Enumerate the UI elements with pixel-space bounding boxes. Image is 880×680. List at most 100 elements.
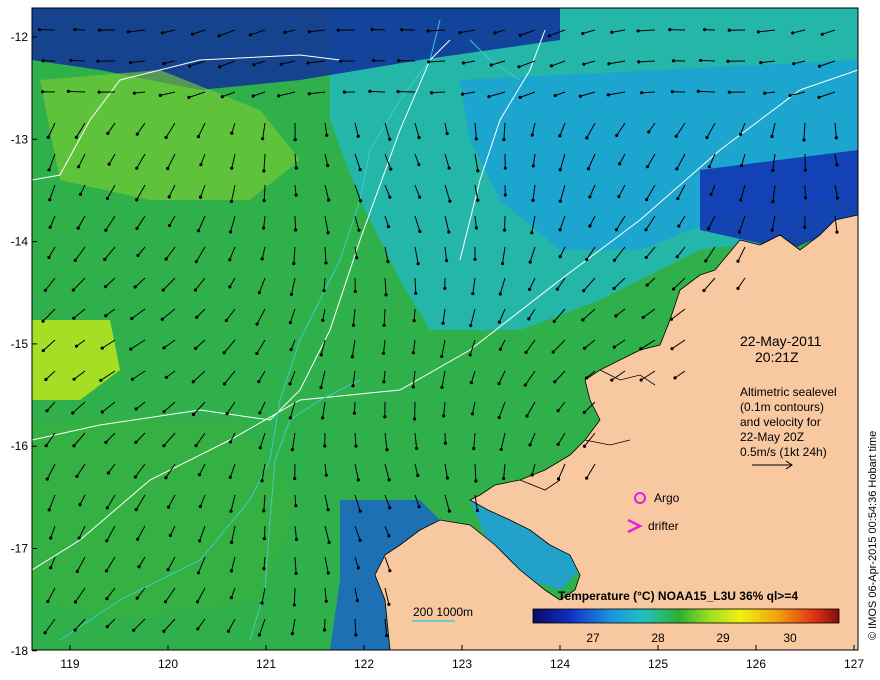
velocity-arrow-head [228,285,232,289]
velocity-arrow-head [411,351,415,355]
description-line: and velocity for [740,415,821,429]
velocity-arrow-head [294,537,299,541]
velocity-arrow-head [503,193,507,197]
velocity-arrow-head [415,446,419,450]
velocity-arrow-head [636,29,640,33]
velocity-arrow-head [531,198,535,202]
velocity-arrow-head [525,414,529,418]
velocity-arrow-head [78,502,82,507]
velocity-arrow-head [288,416,292,420]
velocity-arrow-head [191,380,195,384]
velocity-arrow-head [645,283,649,287]
velocity-arrow-head [497,415,501,420]
velocity-arrow [700,59,716,62]
velocity-arrow [68,90,86,93]
velocity-arrow-head [230,131,234,135]
velocity-arrow-head [338,59,343,63]
velocity-arrow-head [581,318,585,322]
velocity-arrow-head [578,94,582,98]
velocity-arrow-head [527,317,531,321]
velocity-arrow-head [518,33,522,37]
velocity-arrow-head [162,410,166,414]
velocity-arrow-head [558,168,562,172]
velocity-arrow-head [358,509,362,513]
velocity-arrow-head [388,137,392,141]
velocity-arrow-head [158,93,162,97]
velocity-arrow-head [582,289,586,293]
velocity-arrow-head [257,380,261,384]
velocity-arrow-head [294,504,298,508]
velocity-arrow-head [37,28,42,32]
velocity-arrow-head [677,224,681,228]
velocity-arrow-head [675,167,679,171]
velocity-arrow-head [498,347,503,351]
velocity-arrow-head [326,571,330,575]
velocity-arrow-head [487,95,491,99]
velocity-arrow-head [46,135,50,139]
velocity-arrow-head [552,319,556,323]
velocity-arrow-head [531,164,535,168]
description-line: Altimetric sealevel [740,385,837,399]
velocity-arrow-head [382,380,386,384]
velocity-arrow-head [610,378,614,382]
velocity-arrow-head [103,285,108,289]
velocity-arrow-head [75,569,79,573]
velocity-arrow-head [44,444,48,448]
colorbar-title: Temperature (°C) NOAA15_L3U 36% ql>=4 [558,589,798,603]
velocity-arrow-head [669,317,674,321]
velocity-arrow-head [167,195,171,199]
velocity-arrow-head [41,319,45,323]
velocity-arrow-head [585,257,589,262]
velocity-arrow-head [97,90,101,94]
velocity-arrow-head [294,166,298,170]
description-line: (0.1m contours) [740,400,824,414]
y-tick-label: -15 [11,337,29,351]
y-tick-label: -17 [11,542,29,556]
velocity-arrow-head [644,228,648,232]
velocity-arrow-head [230,166,234,170]
velocity-arrow-head [614,228,619,232]
velocity-arrow-head [426,29,430,33]
velocity-arrow-head [324,261,328,265]
velocity-arrow-head [294,228,298,232]
velocity-arrow-head [707,165,711,169]
velocity-arrow-head [737,230,741,234]
drifter-label: drifter [648,519,679,533]
velocity-arrow-head [283,30,287,34]
velocity-arrow-head [41,90,45,94]
velocity-arrow-head [582,410,586,414]
y-tick-label: -13 [11,132,29,146]
velocity-arrow-head [47,508,51,512]
x-tick-label: 127 [844,657,864,671]
velocity-arrow-head [588,224,592,228]
velocity-arrow-head [161,288,165,292]
velocity-arrow-head [610,30,614,34]
velocity-arrow-head [136,537,140,541]
velocity-arrow-head [73,258,77,262]
velocity-arrow-head [217,34,221,38]
velocity-arrow-head [262,567,266,571]
velocity-arrow-head [336,28,340,32]
velocity-arrow-head [645,165,650,169]
velocity-arrow-head [105,506,109,510]
velocity-arrow-head [558,199,562,203]
velocity-arrow-head [294,571,298,575]
velocity-arrow-head [47,255,51,260]
velocity-arrow [353,401,356,414]
velocity-arrow-head [326,231,330,235]
velocity-arrow-head [640,91,644,95]
velocity-arrow-head [639,378,643,382]
velocity-arrow-head [500,261,505,266]
velocity-arrow-head [73,628,77,632]
velocity-arrow-head [835,196,840,200]
velocity-arrow-head [615,133,619,138]
velocity-arrow-head [388,506,392,510]
velocity-arrow-head [356,566,360,570]
velocity-arrow-head [443,441,447,445]
velocity-arrow-head [471,291,475,296]
velocity-arrow-head [126,30,130,34]
velocity-arrow-head [445,131,449,136]
velocity-arrow-head [106,471,110,475]
depth-contour-label: 200 1000m [413,605,473,619]
velocity-arrow-head [128,60,133,65]
